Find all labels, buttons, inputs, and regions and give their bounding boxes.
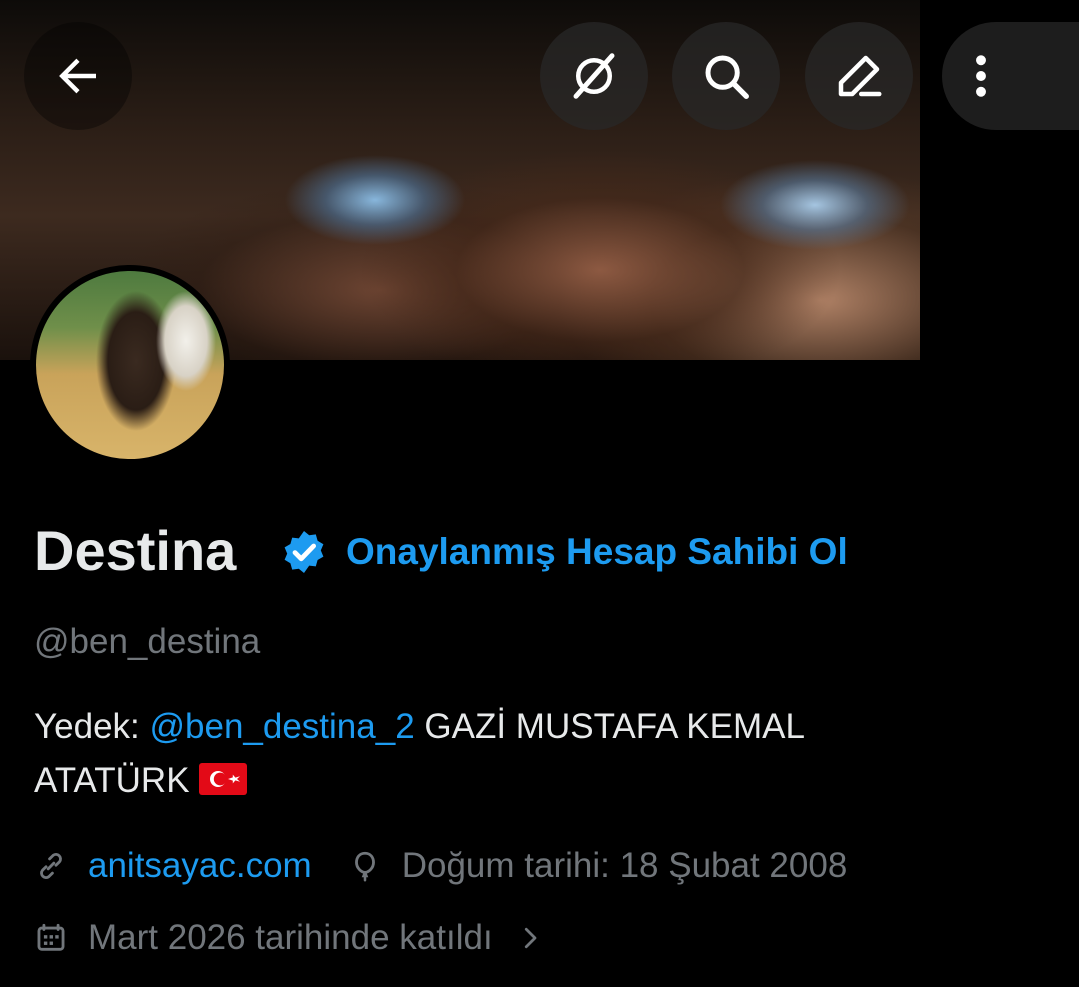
verified-badge-icon[interactable] — [280, 528, 328, 576]
joined-row[interactable]: Mart 2026 tarihinde katıldı — [34, 914, 545, 962]
search-button[interactable] — [672, 22, 780, 130]
more-vertical-icon — [975, 55, 986, 97]
more-options-button[interactable] — [942, 22, 1079, 130]
arrow-left-icon — [59, 58, 96, 94]
get-verified-link[interactable]: Onaylanmış Hesap Sahibi Ol — [346, 528, 848, 576]
turkey-flag-icon — [199, 763, 248, 795]
edit-profile-button[interactable] — [805, 22, 913, 130]
grok-button[interactable] — [540, 22, 648, 130]
birthday-text: Doğum tarihi: 18 Şubat 2008 — [401, 846, 848, 885]
bio-prefix: Yedek: — [34, 707, 150, 746]
website-link[interactable]: anitsayac.com — [88, 842, 312, 890]
link-icon — [40, 852, 62, 880]
search-icon — [705, 55, 749, 99]
bio-text: GAZİ MUSTAFA KEMAL — [414, 707, 805, 746]
grok-icon — [573, 53, 615, 99]
balloon-icon — [354, 851, 375, 882]
bio-line2: ATATÜRK — [34, 761, 200, 800]
calendar-icon — [37, 923, 65, 951]
chevron-right-icon — [524, 927, 537, 949]
joined-date: Mart 2026 tarihinde katıldı — [88, 918, 493, 957]
display-name: Destina — [34, 519, 237, 582]
bio-mention-link[interactable]: @ben_destina_2 — [149, 707, 414, 746]
edit-icon — [838, 55, 882, 97]
profile-bio: Yedek: @ben_destina_2 GAZİ MUSTAFA KEMAL… — [34, 700, 1044, 808]
profile-meta-row: anitsayac.com Doğum tarihi: 18 Şubat 200… — [34, 842, 847, 890]
back-button[interactable] — [24, 22, 132, 130]
avatar[interactable] — [30, 265, 230, 465]
avatar-image — [36, 271, 224, 459]
user-handle: @ben_destina — [34, 622, 261, 661]
